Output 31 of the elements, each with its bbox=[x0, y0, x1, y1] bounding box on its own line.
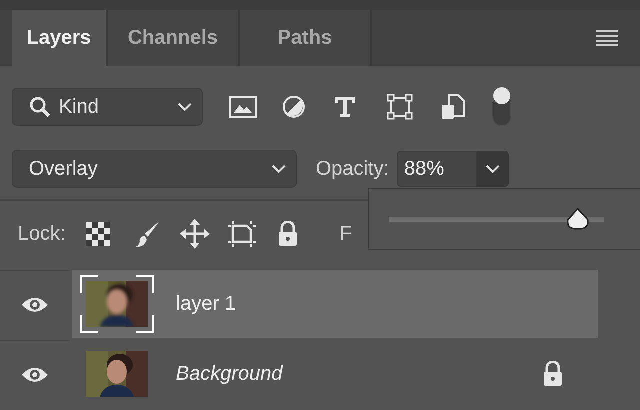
smart-object-icon[interactable] bbox=[441, 94, 465, 120]
layer-name: Background bbox=[176, 362, 284, 386]
transform-icon[interactable] bbox=[387, 94, 413, 120]
layer-name: layer 1 bbox=[176, 292, 238, 316]
lock-icon[interactable] bbox=[276, 221, 299, 247]
opacity-dropdown-button[interactable] bbox=[477, 151, 510, 187]
half-circle-icon[interactable] bbox=[282, 95, 306, 119]
blend-mode-dropdown[interactable]: Overlay bbox=[12, 150, 297, 188]
brush-icon[interactable] bbox=[136, 220, 162, 248]
lock-icon bbox=[542, 361, 564, 387]
eye-icon[interactable] bbox=[21, 366, 49, 384]
fill-label: F bbox=[340, 222, 352, 246]
layer-row[interactable]: layer 1 bbox=[72, 270, 598, 338]
opacity-label: Opacity: bbox=[316, 158, 390, 180]
eye-icon[interactable] bbox=[21, 296, 49, 314]
menu-icon[interactable] bbox=[596, 30, 618, 46]
move-icon[interactable] bbox=[180, 219, 210, 249]
artboard-icon[interactable] bbox=[226, 220, 257, 248]
chevron-icon bbox=[486, 164, 500, 174]
chevron-icon bbox=[178, 102, 192, 112]
checkerboard-icon[interactable] bbox=[86, 222, 110, 246]
image-icon[interactable] bbox=[229, 96, 257, 118]
opacity-field[interactable]: 88% bbox=[397, 151, 478, 187]
panel-tab[interactable]: Layers bbox=[12, 10, 108, 66]
slider-thumb[interactable] bbox=[566, 208, 590, 230]
chevron-icon bbox=[272, 164, 286, 174]
lock-label: Lock: bbox=[18, 222, 66, 246]
toggle-icon[interactable] bbox=[491, 87, 513, 127]
type-icon[interactable] bbox=[334, 96, 356, 118]
search-icon bbox=[29, 96, 51, 118]
filter-dropdown[interactable]: Kind bbox=[12, 88, 203, 126]
